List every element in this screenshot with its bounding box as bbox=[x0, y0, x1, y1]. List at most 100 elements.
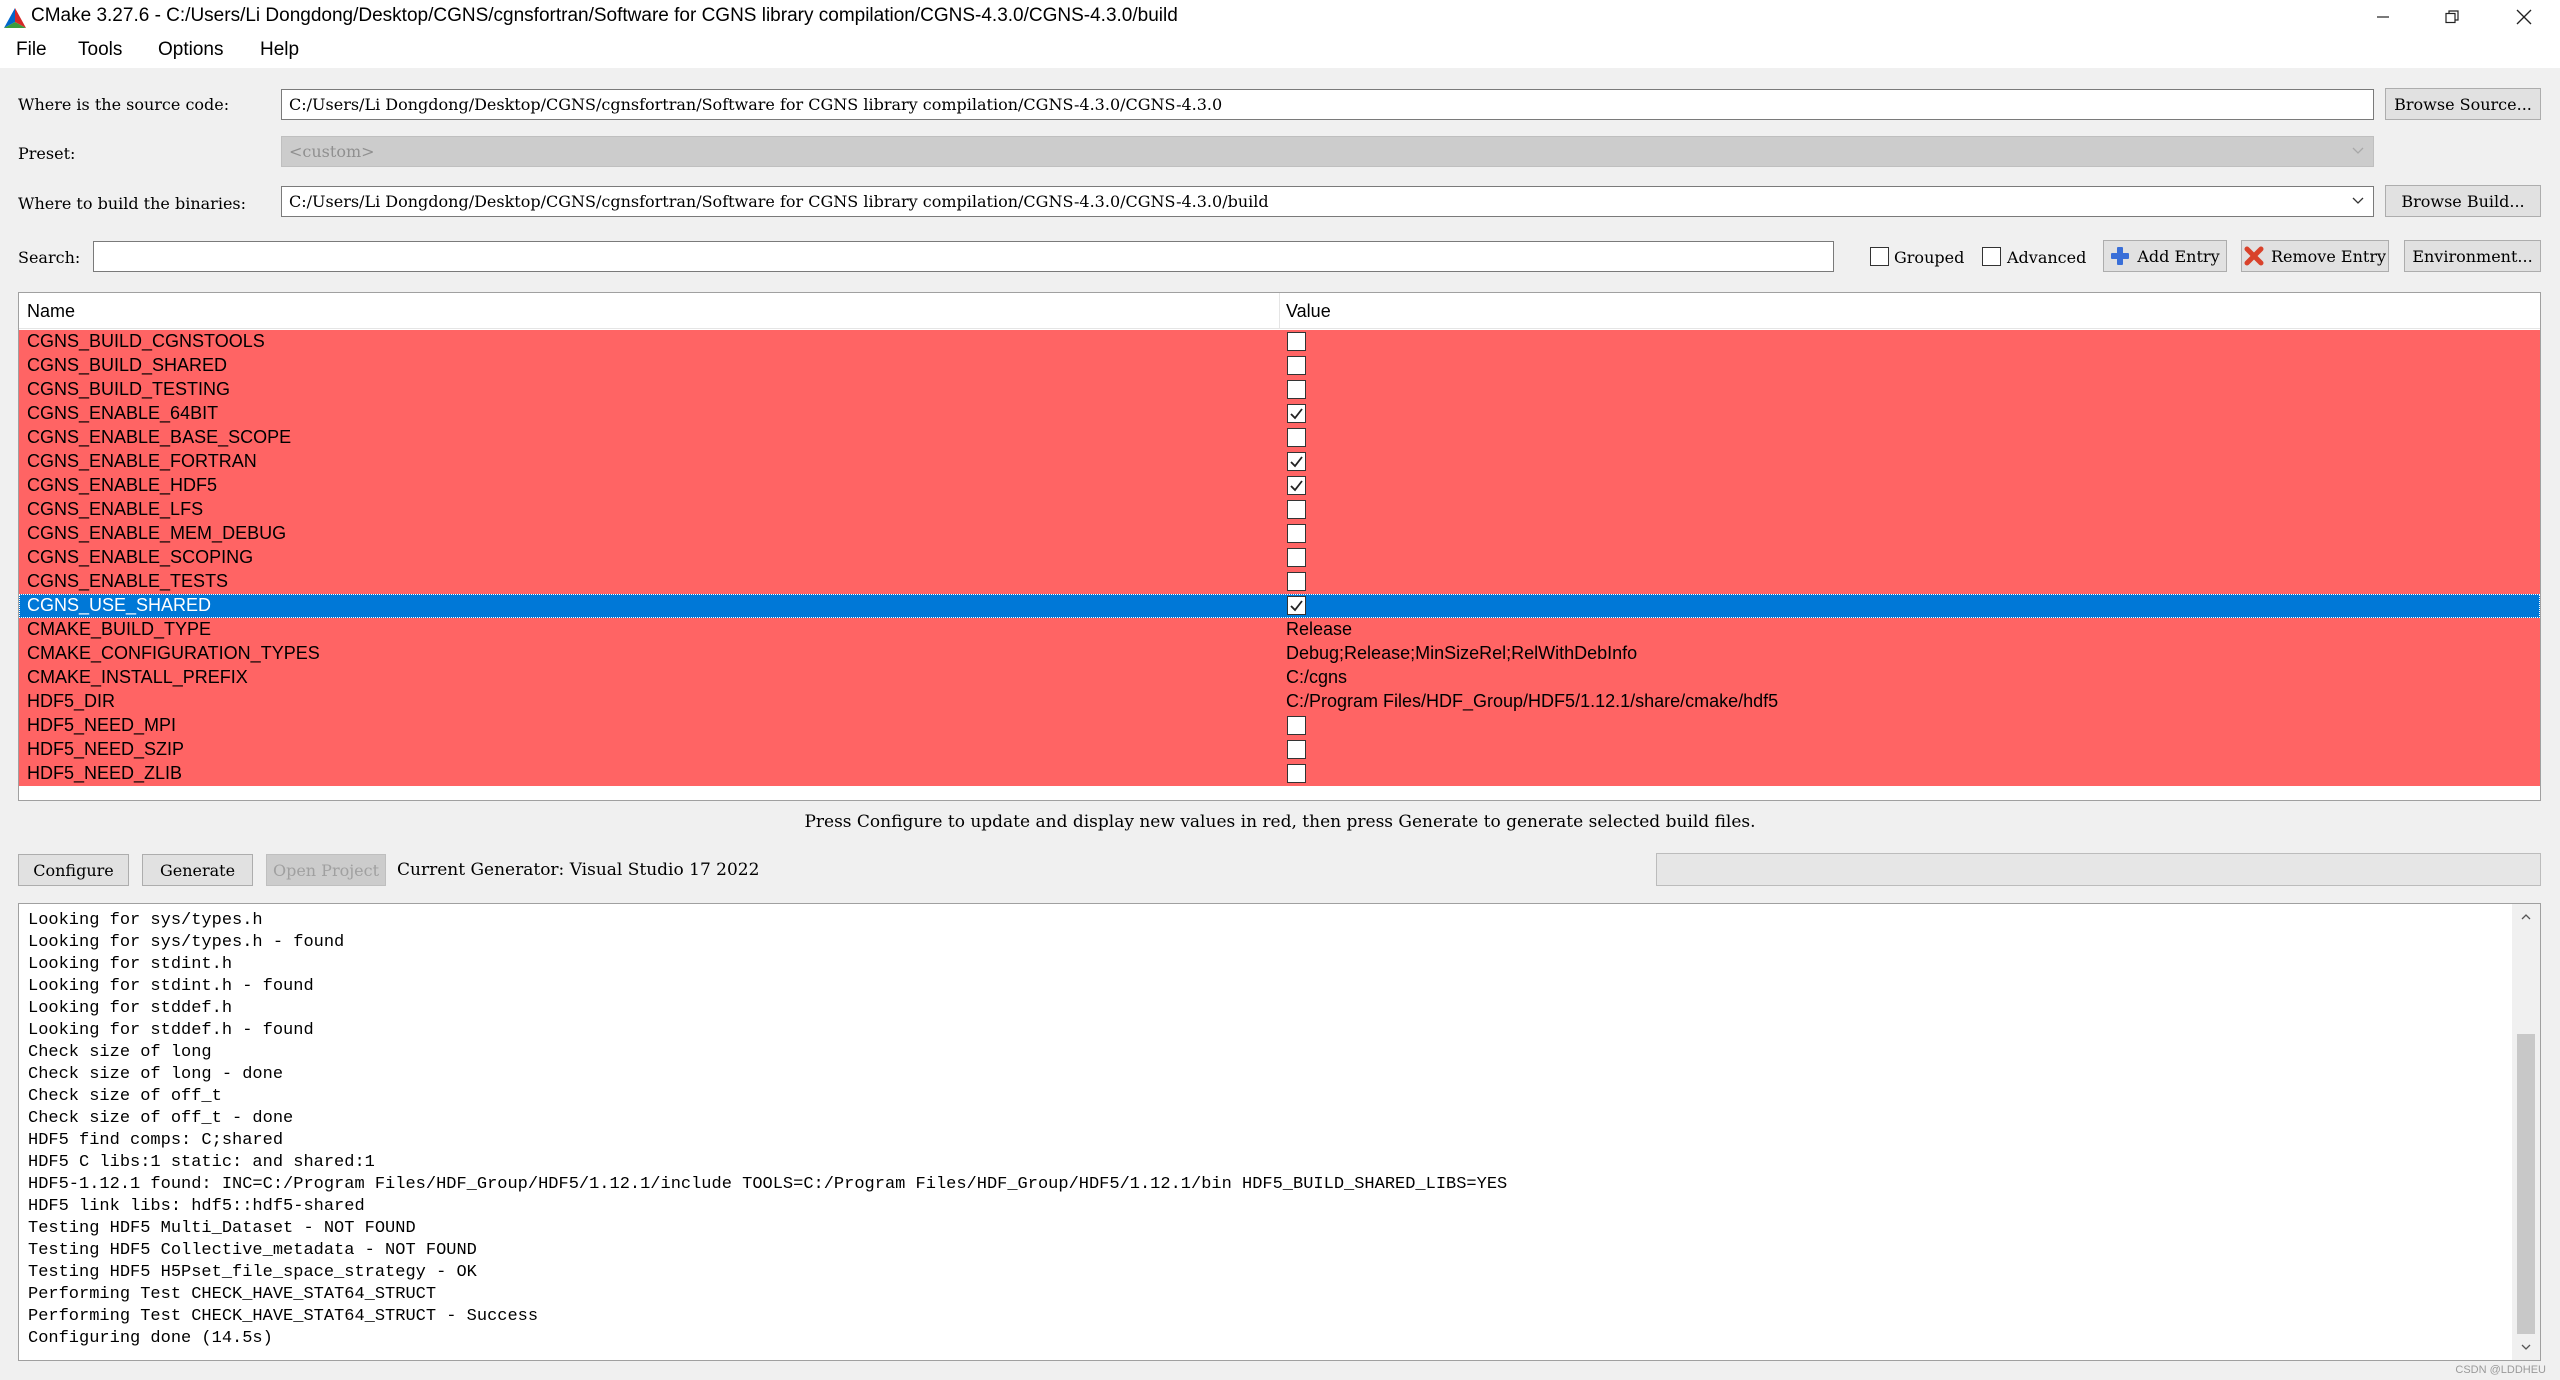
search-label: Search: bbox=[18, 248, 81, 267]
scroll-thumb[interactable] bbox=[2517, 1034, 2535, 1334]
table-row[interactable]: CGNS_ENABLE_BASE_SCOPE bbox=[19, 426, 2540, 450]
remove-entry-button[interactable]: Remove Entry bbox=[2241, 240, 2389, 272]
log-line: Looking for stdint.h - found bbox=[28, 977, 314, 996]
entry-value-checkbox[interactable] bbox=[1287, 500, 1306, 519]
entry-value-checkbox[interactable] bbox=[1287, 380, 1306, 399]
column-header-name[interactable]: Name bbox=[27, 301, 75, 322]
log-line: Looking for stddef.h bbox=[28, 999, 233, 1018]
preset-label: Preset: bbox=[18, 144, 76, 163]
restore-button[interactable] bbox=[2416, 0, 2488, 34]
add-entry-button[interactable]: Add Entry bbox=[2103, 240, 2227, 272]
minimize-button[interactable] bbox=[2347, 0, 2419, 34]
entry-value-checkbox[interactable] bbox=[1287, 356, 1306, 375]
entry-value-checkbox[interactable] bbox=[1287, 332, 1306, 351]
browse-source-button[interactable]: Browse Source... bbox=[2385, 88, 2541, 120]
log-line: HDF5 find comps: C;shared bbox=[28, 1131, 284, 1150]
menu-help[interactable]: Help bbox=[260, 39, 299, 61]
close-icon bbox=[2516, 9, 2532, 25]
add-entry-label: Add Entry bbox=[2137, 246, 2220, 266]
entry-value[interactable]: Release bbox=[1286, 619, 1352, 640]
entry-value-checkbox[interactable] bbox=[1287, 740, 1306, 759]
entry-name: HDF5_DIR bbox=[27, 691, 116, 711]
table-row[interactable]: CMAKE_BUILD_TYPE Release bbox=[19, 618, 2540, 642]
entry-name: CGNS_ENABLE_TESTS bbox=[27, 571, 229, 591]
advanced-checkbox[interactable] bbox=[1982, 247, 2001, 266]
table-row[interactable]: CGNS_ENABLE_64BIT bbox=[19, 402, 2540, 426]
entry-value-checkbox[interactable] bbox=[1287, 452, 1306, 471]
entry-name: CGNS_ENABLE_64BIT bbox=[27, 403, 219, 423]
entry-value[interactable]: Debug;Release;MinSizeRel;RelWithDebInfo bbox=[1286, 643, 1637, 664]
entry-value[interactable]: C:/Program Files/HDF_Group/HDF5/1.12.1/s… bbox=[1286, 691, 1778, 712]
table-row[interactable]: HDF5_NEED_ZLIB bbox=[19, 762, 2540, 786]
grouped-label: Grouped bbox=[1894, 248, 1965, 267]
entry-name: CGNS_ENABLE_LFS bbox=[27, 499, 204, 519]
entry-name: CGNS_BUILD_SHARED bbox=[27, 355, 228, 375]
open-project-button[interactable]: Open Project bbox=[266, 854, 386, 886]
table-header: Name Value bbox=[19, 293, 2540, 329]
generate-button[interactable]: Generate bbox=[142, 854, 253, 886]
preset-combobox[interactable]: <custom> bbox=[281, 136, 2374, 167]
entry-value-checkbox[interactable] bbox=[1287, 716, 1306, 735]
log-line: Performing Test CHECK_HAVE_STAT64_STRUCT… bbox=[28, 1307, 539, 1326]
search-input[interactable] bbox=[93, 241, 1834, 272]
table-row[interactable]: HDF5_DIR C:/Program Files/HDF_Group/HDF5/… bbox=[19, 690, 2540, 714]
log-line: Testing HDF5 Multi_Dataset - NOT FOUND bbox=[28, 1219, 416, 1238]
table-row[interactable]: CGNS_ENABLE_TESTS bbox=[19, 570, 2540, 594]
table-row[interactable]: CGNS_ENABLE_LFS bbox=[19, 498, 2540, 522]
entry-value-checkbox[interactable] bbox=[1287, 476, 1306, 495]
table-row[interactable]: CGNS_ENABLE_FORTRAN bbox=[19, 450, 2540, 474]
close-button[interactable] bbox=[2488, 0, 2560, 34]
entry-value-checkbox[interactable] bbox=[1287, 596, 1306, 615]
entry-name: CGNS_BUILD_CGNSTOOLS bbox=[27, 331, 265, 351]
build-path-combobox[interactable]: C:/Users/Li Dongdong/Desktop/CGNS/cgnsfo… bbox=[281, 186, 2374, 217]
browse-build-button[interactable]: Browse Build... bbox=[2385, 185, 2541, 217]
table-row[interactable]: CMAKE_CONFIGURATION_TYPES Debug;Release;M… bbox=[19, 642, 2540, 666]
configure-button[interactable]: Configure bbox=[18, 854, 129, 886]
entry-name: CMAKE_CONFIGURATION_TYPES bbox=[27, 643, 320, 663]
entry-value[interactable]: C:/cgns bbox=[1286, 667, 1347, 688]
scroll-up-button[interactable] bbox=[2512, 906, 2540, 928]
entry-value-checkbox[interactable] bbox=[1287, 428, 1306, 447]
environment-button[interactable]: Environment... bbox=[2404, 240, 2541, 272]
table-row[interactable]: CGNS_ENABLE_SCOPING bbox=[19, 546, 2540, 570]
entry-value-checkbox[interactable] bbox=[1287, 572, 1306, 591]
watermark: CSDN @LDDHEU bbox=[2455, 1364, 2546, 1376]
table-row[interactable]: CGNS_BUILD_CGNSTOOLS bbox=[19, 330, 2540, 354]
table-row[interactable]: CGNS_BUILD_TESTING bbox=[19, 378, 2540, 402]
table-row[interactable]: CGNS_ENABLE_HDF5 bbox=[19, 474, 2540, 498]
log-scrollbar[interactable] bbox=[2512, 904, 2540, 1360]
table-row[interactable]: HDF5_NEED_SZIP bbox=[19, 738, 2540, 762]
table-row[interactable]: CMAKE_INSTALL_PREFIX C:/cgns bbox=[19, 666, 2540, 690]
menu-options[interactable]: Options bbox=[158, 39, 223, 61]
chevron-down-icon bbox=[2352, 197, 2364, 204]
table-row[interactable]: CGNS_ENABLE_MEM_DEBUG bbox=[19, 522, 2540, 546]
minimize-icon bbox=[2377, 16, 2389, 18]
preset-value: <custom> bbox=[289, 142, 375, 161]
log-line: HDF5 link libs: hdf5::hdf5-shared bbox=[28, 1197, 365, 1216]
entry-value-checkbox[interactable] bbox=[1287, 404, 1306, 423]
entry-value-checkbox[interactable] bbox=[1287, 524, 1306, 543]
log-line: Looking for stdint.h bbox=[28, 955, 233, 974]
output-log[interactable]: Looking for sys/types.h Looking for sys/t… bbox=[18, 903, 2541, 1361]
scroll-down-button[interactable] bbox=[2512, 1336, 2540, 1358]
table-row[interactable]: HDF5_NEED_MPI bbox=[19, 714, 2540, 738]
advanced-label: Advanced bbox=[2007, 248, 2087, 267]
entry-name: CGNS_ENABLE_SCOPING bbox=[27, 547, 254, 567]
entry-value-checkbox[interactable] bbox=[1287, 764, 1306, 783]
table-row[interactable]: CGNS_BUILD_SHARED bbox=[19, 354, 2540, 378]
build-label: Where to build the binaries: bbox=[18, 194, 247, 213]
log-line: Check size of off_t bbox=[28, 1087, 222, 1106]
table-row[interactable]: CGNS_USE_SHARED bbox=[19, 594, 2540, 618]
title-bar: CMake 3.27.6 - C:/Users/Li Dongdong/Desk… bbox=[0, 0, 2560, 34]
entry-name: CGNS_USE_SHARED bbox=[27, 595, 212, 615]
source-path-input[interactable]: C:/Users/Li Dongdong/Desktop/CGNS/cgnsfo… bbox=[281, 89, 2374, 120]
menu-tools[interactable]: Tools bbox=[78, 39, 122, 61]
entry-name: HDF5_NEED_SZIP bbox=[27, 739, 185, 759]
plus-icon bbox=[2111, 247, 2130, 265]
grouped-checkbox[interactable] bbox=[1870, 247, 1889, 266]
column-header-value[interactable]: Value bbox=[1286, 301, 1331, 322]
entry-value-checkbox[interactable] bbox=[1287, 548, 1306, 567]
chevron-down-icon bbox=[2352, 147, 2364, 154]
menu-file[interactable]: File bbox=[16, 39, 47, 61]
chevron-up-icon bbox=[2521, 914, 2531, 920]
